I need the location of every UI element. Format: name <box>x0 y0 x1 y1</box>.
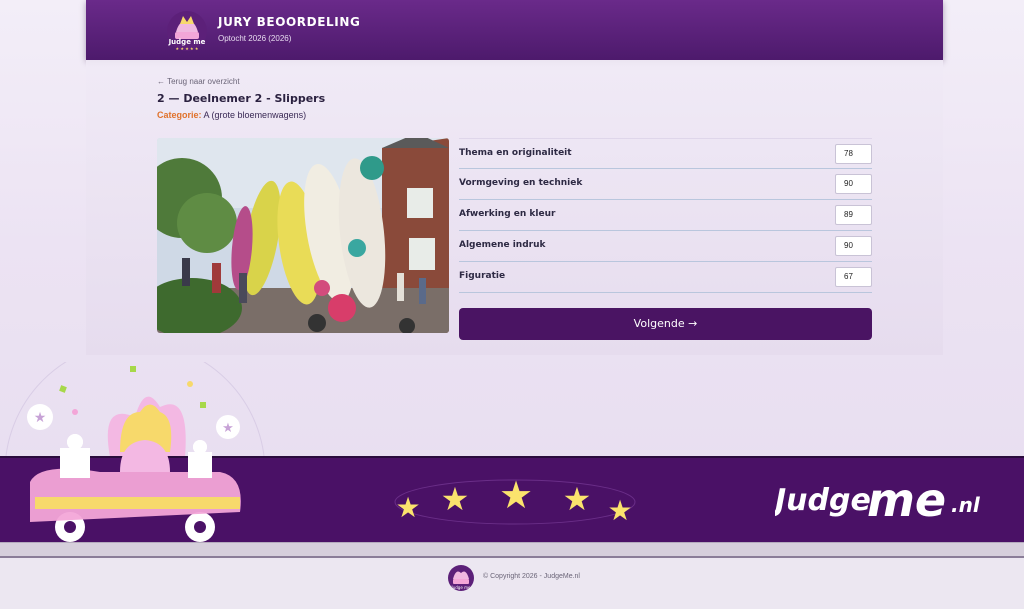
score-row: Figuratie 67 <box>459 262 872 293</box>
event-subtitle: Optocht 2026 (2026) <box>218 34 292 43</box>
svg-text:Judge me: Judge me <box>451 585 471 590</box>
star-icon: ★ <box>563 480 592 518</box>
brand-me-text: me <box>867 473 946 527</box>
float-photo-image <box>157 138 449 333</box>
next-button[interactable]: Volgende → <box>459 308 872 340</box>
copyright-text: © Copyright 2026 - JudgeMe.nl <box>483 573 580 580</box>
brand-judge-text: Judge <box>775 483 871 518</box>
score-label: Thema en originaliteit <box>459 148 572 158</box>
brand-nl-text: .nl <box>951 493 981 517</box>
judgeme-small-logo-icon: Judge me <box>448 565 474 591</box>
page-title: JURY BEOORDELING <box>218 15 361 29</box>
rating-stars-decoration: ★ ★ ★ ★ ★ <box>394 473 636 527</box>
score-input[interactable]: 89 <box>835 205 872 225</box>
score-input[interactable]: 67 <box>835 267 872 287</box>
star-icon: ★ <box>441 480 470 518</box>
star-icon: ★ <box>499 473 533 517</box>
score-row: Afwerking en kleur 89 <box>459 200 872 231</box>
score-label: Vormgeving en techniek <box>459 178 583 188</box>
footer-divider <box>0 542 1024 558</box>
entry-photo <box>157 138 449 333</box>
score-input[interactable]: 90 <box>835 174 872 194</box>
parade-car-overlay <box>30 434 241 542</box>
score-input[interactable]: 90 <box>835 236 872 256</box>
star-icon: ★ <box>607 494 632 527</box>
score-input[interactable]: 78 <box>835 144 872 164</box>
category-label: Categorie: <box>157 110 202 120</box>
svg-text:★ ★ ★ ★ ★: ★ ★ ★ ★ ★ <box>175 46 198 51</box>
category-value: A (grote bloemenwagens) <box>203 110 307 120</box>
back-to-overview-link[interactable]: ← Terug naar overzicht <box>157 77 240 86</box>
judgeme-logo-icon: Judge me ★ ★ ★ ★ ★ <box>167 11 207 51</box>
app-header: Judge me ★ ★ ★ ★ ★ JURY BEOORDELING Opto… <box>86 0 943 60</box>
svg-text:Judge me: Judge me <box>168 38 206 46</box>
score-label: Afwerking en kleur <box>459 209 556 219</box>
score-row: Algemene indruk 90 <box>459 231 872 262</box>
score-row: Vormgeving en techniek 90 <box>459 169 872 200</box>
score-row: Thema en originaliteit 78 <box>459 138 872 169</box>
entry-title: 2 — Deelnemer 2 - Slippers <box>157 92 326 105</box>
score-list: Thema en originaliteit 78 Vormgeving en … <box>459 138 872 293</box>
score-label: Figuratie <box>459 271 506 281</box>
judgeme-brand-logo: Judge me .nl <box>775 473 981 527</box>
copyright-bar <box>0 558 1024 609</box>
star-icon: ★ <box>395 491 420 524</box>
score-label: Algemene indruk <box>459 240 546 250</box>
category-line: Categorie: A (grote bloemenwagens) <box>157 110 306 120</box>
